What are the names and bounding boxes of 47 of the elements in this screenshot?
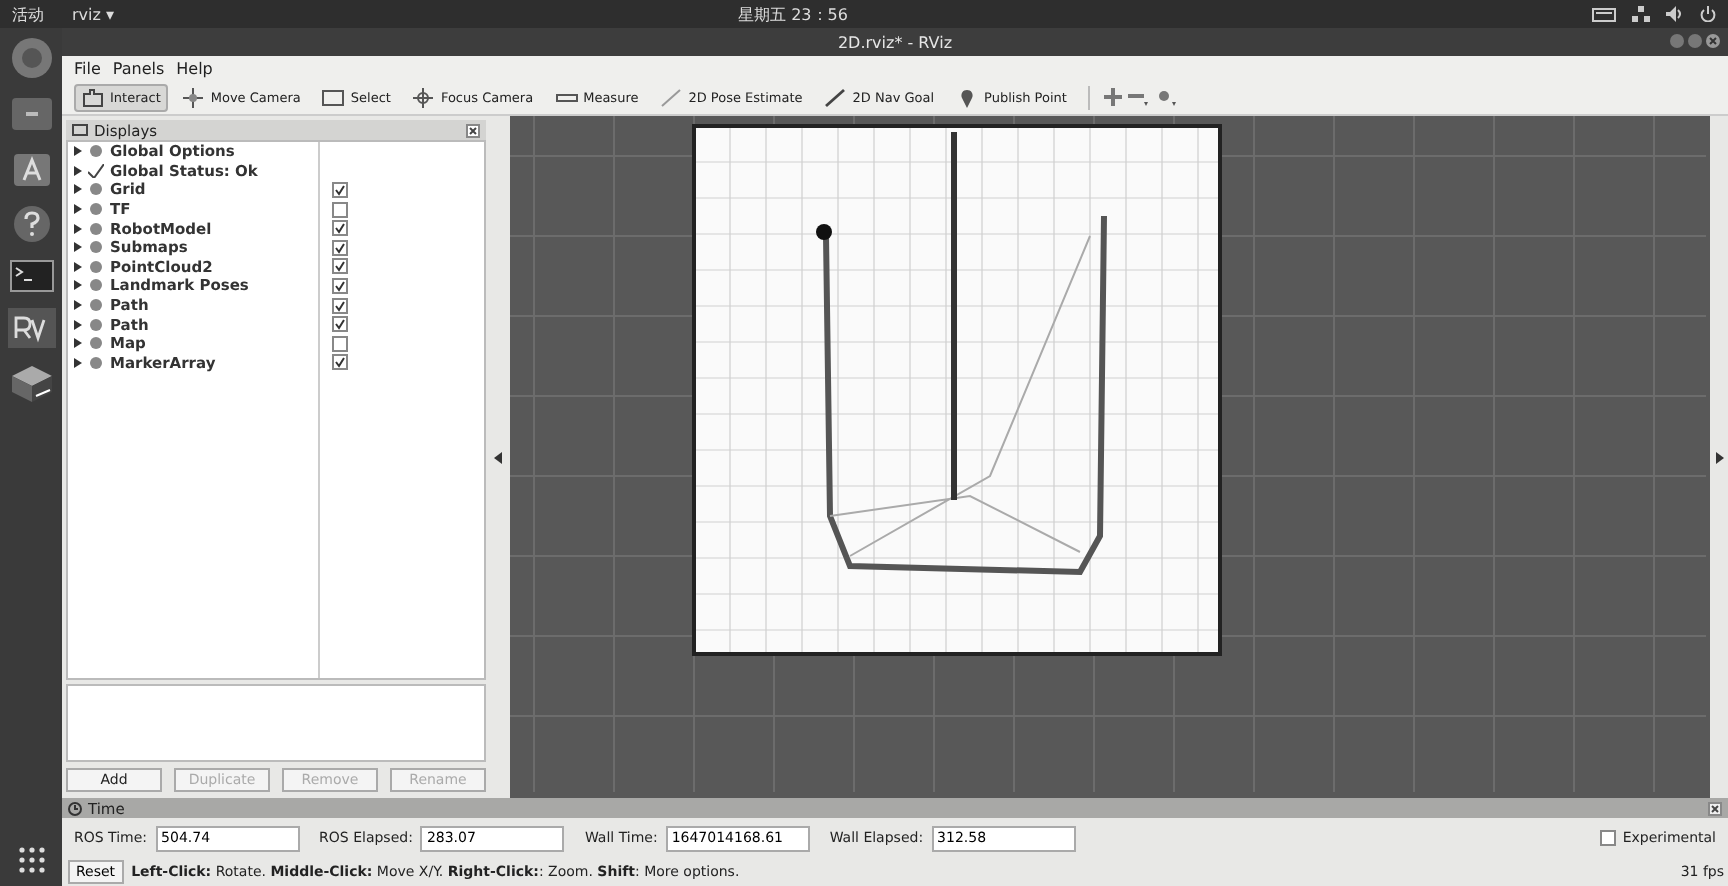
maximize-icon[interactable] xyxy=(1688,34,1702,48)
rviz-icon[interactable] xyxy=(7,308,55,348)
crosshair-icon xyxy=(412,87,435,107)
checkbox[interactable] xyxy=(332,354,348,371)
close-icon[interactable] xyxy=(466,123,480,137)
checkbox[interactable] xyxy=(332,316,348,333)
checkbox[interactable] xyxy=(332,335,348,352)
remove-tool-icon[interactable] xyxy=(1128,88,1151,106)
app-grid-icon[interactable] xyxy=(17,846,45,874)
minimize-icon[interactable] xyxy=(1670,34,1684,48)
close-icon[interactable] xyxy=(1708,801,1722,815)
power-icon[interactable] xyxy=(1700,6,1716,22)
checkbox[interactable] xyxy=(332,239,348,256)
activities-button[interactable]: 活动 xyxy=(12,3,44,25)
checkbox[interactable] xyxy=(332,277,348,294)
menu-item[interactable]: Help xyxy=(176,59,213,77)
checkbox[interactable] xyxy=(332,220,348,237)
menu-item[interactable]: File xyxy=(74,59,101,77)
checkbox[interactable] xyxy=(332,297,348,314)
close-icon[interactable] xyxy=(1706,34,1720,48)
add-tool-icon[interactable] xyxy=(1104,88,1123,106)
select-icon xyxy=(322,87,345,107)
keyboard-icon xyxy=(1592,7,1616,21)
expand-arrow-icon[interactable] xyxy=(1715,451,1723,463)
box-icon[interactable] xyxy=(9,364,53,404)
help-icon[interactable] xyxy=(11,204,51,244)
clock-icon xyxy=(68,801,82,815)
pin-icon xyxy=(956,87,979,107)
checkbox[interactable] xyxy=(332,181,348,198)
terminal-icon[interactable] xyxy=(9,260,53,292)
software-icon[interactable] xyxy=(11,148,51,188)
checkbox[interactable] xyxy=(332,201,348,218)
collapse-arrow-icon[interactable] xyxy=(494,451,502,463)
files-icon[interactable] xyxy=(9,96,53,132)
app-menu[interactable]: rviz ▾ xyxy=(72,5,115,23)
cursor-icon xyxy=(82,87,104,107)
camera-type-icon[interactable] xyxy=(1156,88,1179,106)
volume-icon xyxy=(1666,6,1684,22)
monitor-icon xyxy=(72,123,88,137)
clock-text: 星期五 23：56 xyxy=(736,3,850,25)
network-icon xyxy=(1632,6,1650,22)
move-icon xyxy=(182,87,205,107)
checkbox[interactable] xyxy=(1600,830,1617,846)
browser-icon[interactable] xyxy=(9,36,53,80)
menu-item[interactable]: Panels xyxy=(112,59,165,77)
checkbox[interactable] xyxy=(332,258,348,275)
window-title: 2D.rviz* - RViz xyxy=(837,33,953,51)
